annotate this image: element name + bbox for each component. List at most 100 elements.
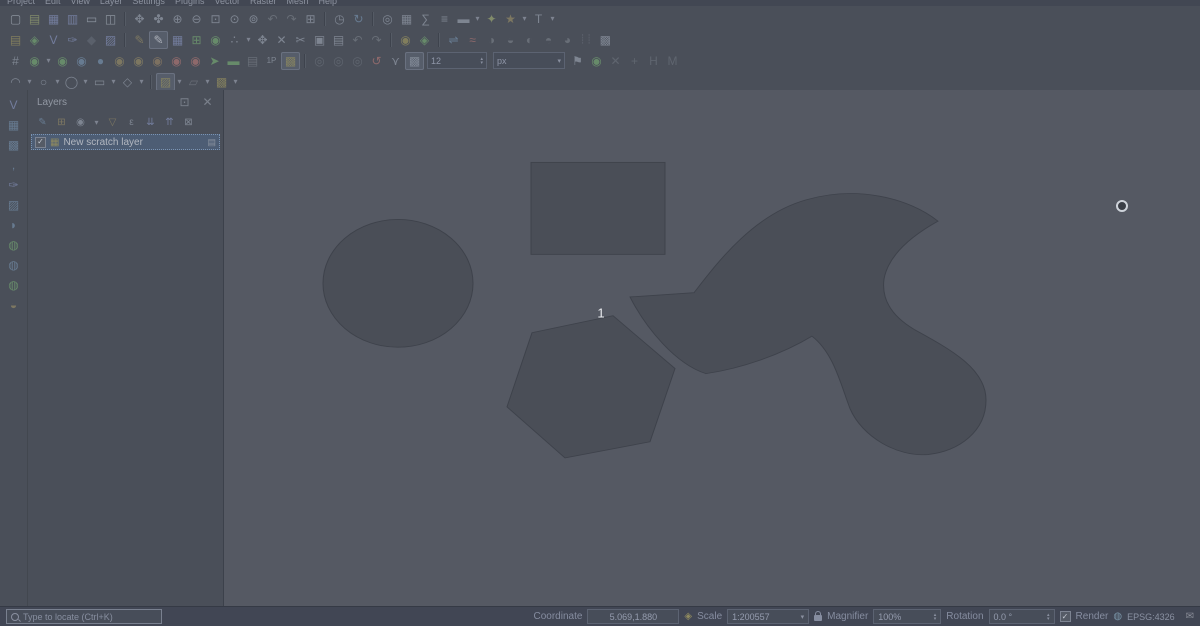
save-project-button[interactable]: ▦ xyxy=(44,10,63,28)
stepper-arrows-icon[interactable]: ▴▾ xyxy=(934,613,937,621)
filter-by-expression-button[interactable]: ε xyxy=(124,116,139,129)
move-selection-tool-button[interactable]: ▱ xyxy=(184,73,203,91)
disabled-m-tool-button[interactable]: M xyxy=(663,52,682,70)
feature-hexagon[interactable] xyxy=(507,316,675,458)
manage-map-themes-button[interactable]: ◉ xyxy=(73,116,88,129)
menu-item-plugins[interactable]: Plugins xyxy=(175,0,205,6)
rotation-stepper[interactable]: 0.0 ° ▴▾ xyxy=(989,609,1055,624)
temporal-controller-button[interactable]: ◷ xyxy=(330,10,349,28)
reshape-features-button[interactable]: ⇌ xyxy=(444,31,463,49)
zoom-out-button[interactable]: ⊖ xyxy=(187,10,206,28)
menu-item-mesh[interactable]: Mesh xyxy=(287,0,309,6)
measure-button[interactable]: ▬ xyxy=(454,10,473,28)
pattern-tool-button[interactable]: ▩ xyxy=(281,52,300,70)
new-spatialite-layer-button[interactable]: ✑ xyxy=(63,31,82,49)
add-wfs-layer-button[interactable]: ◍ xyxy=(4,277,24,293)
save-layer-edits-button[interactable]: ▦ xyxy=(168,31,187,49)
dissolve-tool-button[interactable]: ◉ xyxy=(129,52,148,70)
add-polygon-feature-button[interactable]: ◉ xyxy=(206,31,225,49)
scale-select[interactable]: 1:200557 ▾ xyxy=(727,609,809,624)
data-source-manager-button[interactable]: ▤ xyxy=(6,31,25,49)
new-shapefile-layer-button[interactable]: V xyxy=(44,31,63,49)
globe-tool-button[interactable]: ● xyxy=(91,52,110,70)
add-postgis-layer-button[interactable]: ◗ xyxy=(4,217,24,233)
trace-tool-button[interactable]: ◉ xyxy=(587,52,606,70)
zoom-in-button[interactable]: ⊕ xyxy=(168,10,187,28)
add-vector-layer-button[interactable]: V xyxy=(4,97,24,113)
remove-layer-button[interactable]: ⊠ xyxy=(181,116,196,129)
copy-features-button[interactable]: ▣ xyxy=(310,31,329,49)
add-layer-favorites-button[interactable]: ◈ xyxy=(25,31,44,49)
clip-tool-button[interactable]: ◉ xyxy=(148,52,167,70)
disabled-target-tool-button[interactable]: + xyxy=(625,52,644,70)
regular-polygon-tool-button[interactable]: ◇ xyxy=(118,73,137,91)
point-label-tool-button[interactable]: 1P xyxy=(262,52,281,70)
statistics-notebook-button[interactable]: # xyxy=(6,52,25,70)
add-raster-layer-button[interactable]: ▦ xyxy=(4,117,24,133)
lock-icon[interactable] xyxy=(814,615,822,621)
topology-check-1-button[interactable]: ◎ xyxy=(310,52,329,70)
merge-features-button[interactable]: ◒ xyxy=(501,31,520,49)
menu-item-edit[interactable]: Edit xyxy=(45,0,61,6)
feature-circle[interactable] xyxy=(323,219,473,347)
add-delimited-text-layer-button[interactable]: , xyxy=(4,157,24,173)
render-checkbox[interactable]: ✓ xyxy=(1060,611,1071,622)
menu-item-view[interactable]: View xyxy=(71,0,90,6)
topology-check-2-button[interactable]: ◎ xyxy=(329,52,348,70)
map-themes-dropdown-icon[interactable]: ▾ xyxy=(92,118,101,127)
magnifier-stepper[interactable]: 100% ▴▾ xyxy=(873,609,941,624)
regular-polygon-dropdown-icon[interactable]: ▾ xyxy=(137,77,146,86)
disabled-x-tool-button[interactable]: ✕ xyxy=(606,52,625,70)
add-mesh-layer-button[interactable]: ▩ xyxy=(4,137,24,153)
buffer-tool-button[interactable]: ◉ xyxy=(110,52,129,70)
paste-features-button[interactable]: ▤ xyxy=(329,31,348,49)
area-select-tool-button[interactable]: ▨ xyxy=(156,73,175,91)
rectangle-dropdown-icon[interactable]: ▾ xyxy=(109,77,118,86)
offset-curve-button[interactable]: ≈ xyxy=(463,31,482,49)
area-select-dropdown-icon[interactable]: ▾ xyxy=(175,77,184,86)
zoom-last-button[interactable]: ↶ xyxy=(263,10,282,28)
crs-indicator[interactable]: EPSG:4326 xyxy=(1127,612,1175,622)
map-tips-button[interactable]: ✦ xyxy=(482,10,501,28)
add-wms-layer-button[interactable]: ◍ xyxy=(4,237,24,253)
capsule-tool-button[interactable]: ▬ xyxy=(224,52,243,70)
add-record-button[interactable]: ⊞ xyxy=(187,31,206,49)
move-feature-button[interactable]: ✥ xyxy=(253,31,272,49)
pan-map-button[interactable]: ✥ xyxy=(130,10,149,28)
zoom-native-button[interactable]: ⊞ xyxy=(301,10,320,28)
layer-item-new-scratch-layer[interactable]: ✓ ▦ New scratch layer ▤ xyxy=(31,134,220,150)
zoom-next-button[interactable]: ↷ xyxy=(282,10,301,28)
ellipse-dropdown-icon[interactable]: ▾ xyxy=(81,77,90,86)
collapse-all-button[interactable]: ⇈ xyxy=(162,116,177,129)
move-selection-dropdown-icon[interactable]: ▾ xyxy=(203,77,212,86)
vertex-tool-button[interactable]: ∴ xyxy=(225,31,244,49)
undo-button[interactable]: ↶ xyxy=(348,31,367,49)
layout-manager-button[interactable]: ◫ xyxy=(101,10,120,28)
new-print-layout-button[interactable]: ▭ xyxy=(82,10,101,28)
open-project-button[interactable]: ▤ xyxy=(25,10,44,28)
add-wcs-layer-button[interactable]: ◍ xyxy=(4,257,24,273)
globe-icon[interactable]: ◍ xyxy=(1113,612,1122,622)
add-arcgis-layer-button[interactable]: ◒ xyxy=(4,297,24,313)
notes-tool-button[interactable]: ▤ xyxy=(243,52,262,70)
osm-place-search-button[interactable]: ◉ xyxy=(396,31,415,49)
construct-points-button[interactable]: ◉ xyxy=(53,52,72,70)
add-group-button[interactable]: ⊞ xyxy=(54,116,69,129)
locator-search-input[interactable]: Type to locate (Ctrl+K) xyxy=(6,609,162,624)
rotate-feature-button[interactable]: ◐ xyxy=(520,31,539,49)
current-edits-button[interactable]: ✎ xyxy=(130,31,149,49)
messages-icon[interactable]: ✉ xyxy=(1186,612,1194,622)
filter-legend-button[interactable]: ▽ xyxy=(105,116,120,129)
bookmark-dropdown-icon[interactable]: ▾ xyxy=(520,14,529,23)
refresh-map-button[interactable]: ↻ xyxy=(349,10,368,28)
scatter-symbol-dropdown-icon[interactable]: ▾ xyxy=(231,77,240,86)
open-attribute-table-button[interactable]: ▦ xyxy=(397,10,416,28)
menu-item-vector[interactable]: Vector xyxy=(214,0,240,6)
menu-item-help[interactable]: Help xyxy=(319,0,338,6)
toggle-editing-button[interactable]: ✎ xyxy=(149,31,168,49)
float-panel-button[interactable]: ⊡ xyxy=(175,93,194,111)
difference-tool-button[interactable]: ◉ xyxy=(167,52,186,70)
topology-check-3-button[interactable]: ◎ xyxy=(348,52,367,70)
extents-icon[interactable]: ◈ xyxy=(684,612,692,622)
identify-features-button[interactable]: ◎ xyxy=(378,10,397,28)
